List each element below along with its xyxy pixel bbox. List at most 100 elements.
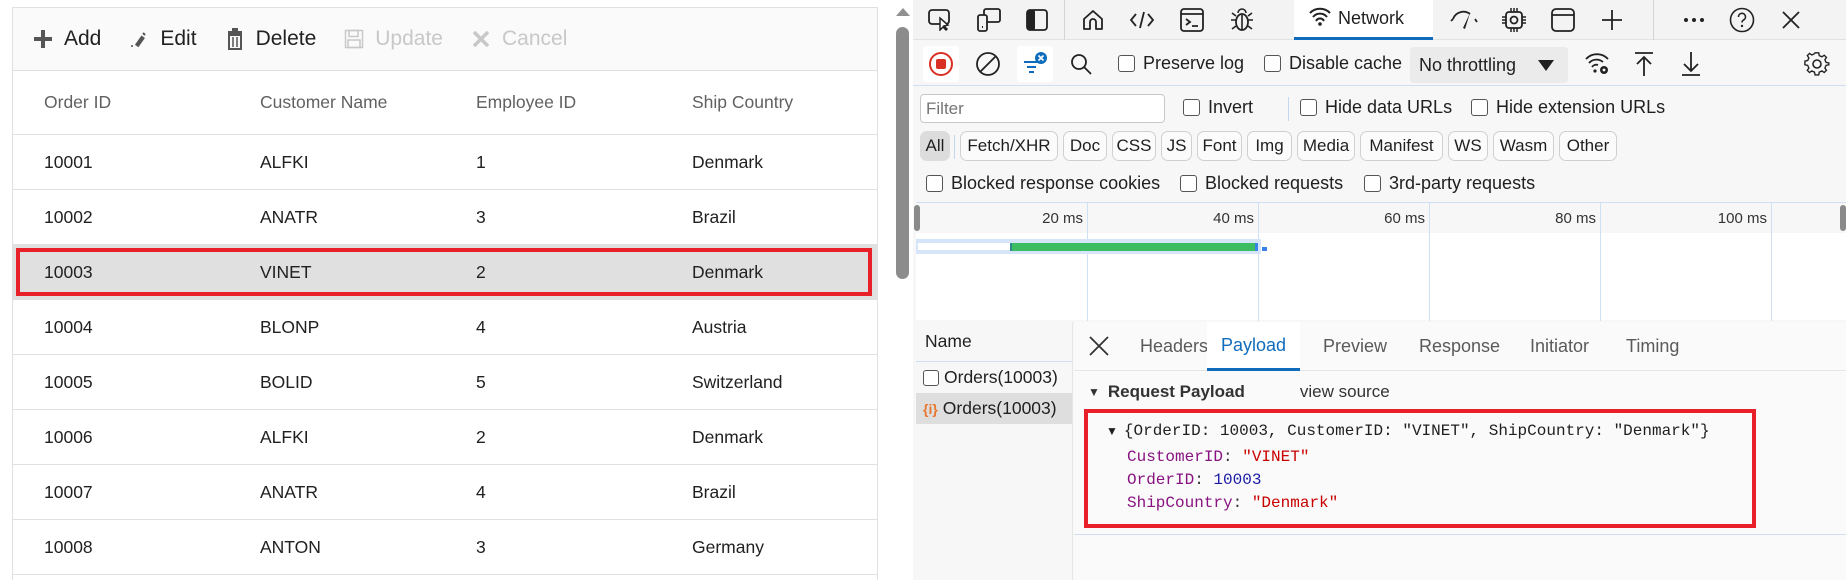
hide-extension-urls-box[interactable] bbox=[1471, 99, 1488, 116]
filter-input[interactable] bbox=[920, 94, 1165, 123]
tab-payload[interactable]: Payload bbox=[1207, 322, 1301, 371]
grid-body: 10001 ALFKI 1 Denmark 10002 ANATR 3 Brazil 10003… bbox=[13, 135, 877, 575]
hide-data-urls-box[interactable] bbox=[1300, 99, 1317, 116]
elements-icon[interactable] bbox=[1128, 6, 1156, 34]
type-filter-doc[interactable]: Doc bbox=[1063, 131, 1107, 161]
request-row-selected[interactable]: {i} Orders(10003) bbox=[916, 393, 1072, 424]
search-button[interactable] bbox=[1063, 46, 1099, 82]
network-settings-button[interactable] bbox=[1799, 46, 1835, 82]
clear-button[interactable] bbox=[970, 46, 1006, 82]
third-party-requests-checkbox[interactable]: 3rd-party requests bbox=[1364, 173, 1535, 194]
inspect-icon[interactable] bbox=[926, 6, 954, 34]
more-options-icon[interactable] bbox=[1680, 6, 1708, 34]
delete-button[interactable]: Delete bbox=[223, 27, 316, 51]
column-header-ship-country[interactable]: Ship Country bbox=[661, 92, 877, 113]
dock-side-icon[interactable] bbox=[1023, 6, 1051, 34]
grid-row-selected[interactable]: 10003 VINET 2 Denmark bbox=[13, 245, 877, 300]
scroll-up-arrow-icon[interactable] bbox=[896, 8, 910, 16]
cell-ship-country: Brazil bbox=[692, 206, 736, 227]
third-party-requests-box[interactable] bbox=[1364, 175, 1381, 192]
hide-extension-urls-checkbox[interactable]: Hide extension URLs bbox=[1471, 97, 1665, 118]
welcome-home-icon[interactable] bbox=[1079, 6, 1107, 34]
close-devtools-icon[interactable] bbox=[1777, 6, 1805, 34]
type-filter-media[interactable]: Media bbox=[1297, 131, 1355, 161]
invert-box[interactable] bbox=[1183, 99, 1200, 116]
divider bbox=[1288, 97, 1289, 121]
tab-headers[interactable]: Headers bbox=[1140, 322, 1208, 371]
payload-summary[interactable]: ▼ {OrderID: 10003, CustomerID: "VINET", S… bbox=[1106, 422, 1710, 440]
hide-data-urls-checkbox[interactable]: Hide data URLs bbox=[1300, 97, 1452, 118]
type-filter-js[interactable]: JS bbox=[1161, 131, 1192, 161]
grid-row[interactable]: 10008 ANTON 3 Germany bbox=[13, 520, 877, 575]
save-icon bbox=[342, 27, 366, 51]
timeline-right-handle[interactable] bbox=[1840, 205, 1846, 231]
memory-chip-icon[interactable] bbox=[1500, 6, 1528, 34]
throttling-select[interactable]: No throttling bbox=[1410, 47, 1568, 83]
blocked-response-cookies-box[interactable] bbox=[926, 175, 943, 192]
disable-cache-checkbox[interactable]: Disable cache bbox=[1264, 53, 1402, 74]
help-icon[interactable] bbox=[1728, 6, 1756, 34]
name-column-header[interactable]: Name bbox=[916, 322, 1072, 362]
disable-cache-box[interactable] bbox=[1264, 55, 1281, 72]
console-icon[interactable] bbox=[1178, 6, 1206, 34]
grid-row[interactable]: 10001 ALFKI 1 Denmark bbox=[13, 135, 877, 190]
add-button[interactable]: Add bbox=[31, 27, 101, 51]
column-header-employee-id[interactable]: Employee ID bbox=[445, 92, 661, 113]
type-filter-img[interactable]: Img bbox=[1247, 131, 1292, 161]
grid-row[interactable]: 10007 ANATR 4 Brazil bbox=[13, 465, 877, 520]
export-har-button[interactable] bbox=[1673, 46, 1709, 82]
record-button[interactable] bbox=[923, 46, 959, 82]
request-name: Orders(10003) bbox=[944, 367, 1058, 387]
import-har-button[interactable] bbox=[1626, 46, 1662, 82]
scrollbar-thumb[interactable] bbox=[896, 27, 909, 279]
network-conditions-button[interactable] bbox=[1580, 46, 1616, 82]
type-filter-ws[interactable]: WS bbox=[1448, 131, 1488, 161]
network-overview-timeline[interactable]: 20 ms 40 ms 60 ms 80 ms 100 ms bbox=[914, 202, 1846, 321]
blocked-requests-checkbox[interactable]: Blocked requests bbox=[1180, 173, 1343, 194]
type-filter-manifest[interactable]: Manifest bbox=[1360, 131, 1443, 161]
type-filter-font[interactable]: Font bbox=[1197, 131, 1242, 161]
close-detail-button[interactable] bbox=[1086, 333, 1112, 359]
tab-timing[interactable]: Timing bbox=[1626, 322, 1679, 371]
application-icon[interactable] bbox=[1549, 6, 1577, 34]
blocked-response-cookies-checkbox[interactable]: Blocked response cookies bbox=[926, 173, 1160, 194]
cell-employee-id: 2 bbox=[476, 426, 486, 447]
cell-customer-name: ANATR bbox=[260, 481, 319, 502]
preserve-log-box[interactable] bbox=[1118, 55, 1135, 72]
invert-checkbox[interactable]: Invert bbox=[1183, 97, 1253, 118]
blocked-requests-box[interactable] bbox=[1180, 175, 1197, 192]
type-filter-other[interactable]: Other bbox=[1559, 131, 1617, 161]
timeline-left-handle[interactable] bbox=[914, 205, 920, 231]
grid-row[interactable]: 10002 ANATR 3 Brazil bbox=[13, 190, 877, 245]
cancel-button[interactable]: Cancel bbox=[469, 27, 567, 51]
request-row[interactable]: Orders(10003) bbox=[916, 362, 1072, 393]
tab-preview[interactable]: Preview bbox=[1323, 322, 1387, 371]
grid-row[interactable]: 10004 BLONP 4 Austria bbox=[13, 300, 877, 355]
devtools-tab-bar: Network bbox=[913, 0, 1846, 40]
column-header-order-id[interactable]: Order ID bbox=[13, 92, 229, 113]
grid-row[interactable]: 10006 ALFKI 2 Denmark bbox=[13, 410, 877, 465]
performance-icon[interactable] bbox=[1450, 6, 1478, 34]
cell-order-id: 10007 bbox=[44, 481, 93, 502]
update-button[interactable]: Update bbox=[342, 27, 443, 51]
tab-initiator[interactable]: Initiator bbox=[1530, 322, 1589, 371]
grid-row[interactable]: 10005 BOLID 5 Switzerland bbox=[13, 355, 877, 410]
view-source-link[interactable]: view source bbox=[1300, 382, 1390, 402]
grid-scrollbar[interactable] bbox=[893, 0, 913, 580]
device-emulation-icon[interactable] bbox=[975, 6, 1003, 34]
type-filter-css[interactable]: CSS bbox=[1112, 131, 1156, 161]
type-filter-fetch-xhr[interactable]: Fetch/XHR bbox=[960, 131, 1058, 161]
timeline-gridline bbox=[1771, 203, 1772, 321]
column-header-customer-name[interactable]: Customer Name bbox=[229, 92, 445, 113]
tab-network[interactable]: Network bbox=[1294, 0, 1433, 40]
request-payload-section[interactable]: ▼ Request Payload view source bbox=[1088, 382, 1390, 402]
edit-button[interactable]: Edit bbox=[127, 27, 197, 51]
add-tab-icon[interactable] bbox=[1598, 6, 1626, 34]
type-filter-all[interactable]: All bbox=[920, 131, 950, 161]
cell-order-id: 10003 bbox=[44, 261, 93, 282]
type-filter-wasm[interactable]: Wasm bbox=[1493, 131, 1554, 161]
tab-response[interactable]: Response bbox=[1419, 322, 1500, 371]
preserve-log-checkbox[interactable]: Preserve log bbox=[1118, 53, 1244, 74]
filter-toggle-button[interactable] bbox=[1017, 46, 1053, 82]
sources-bug-icon[interactable] bbox=[1228, 6, 1256, 34]
